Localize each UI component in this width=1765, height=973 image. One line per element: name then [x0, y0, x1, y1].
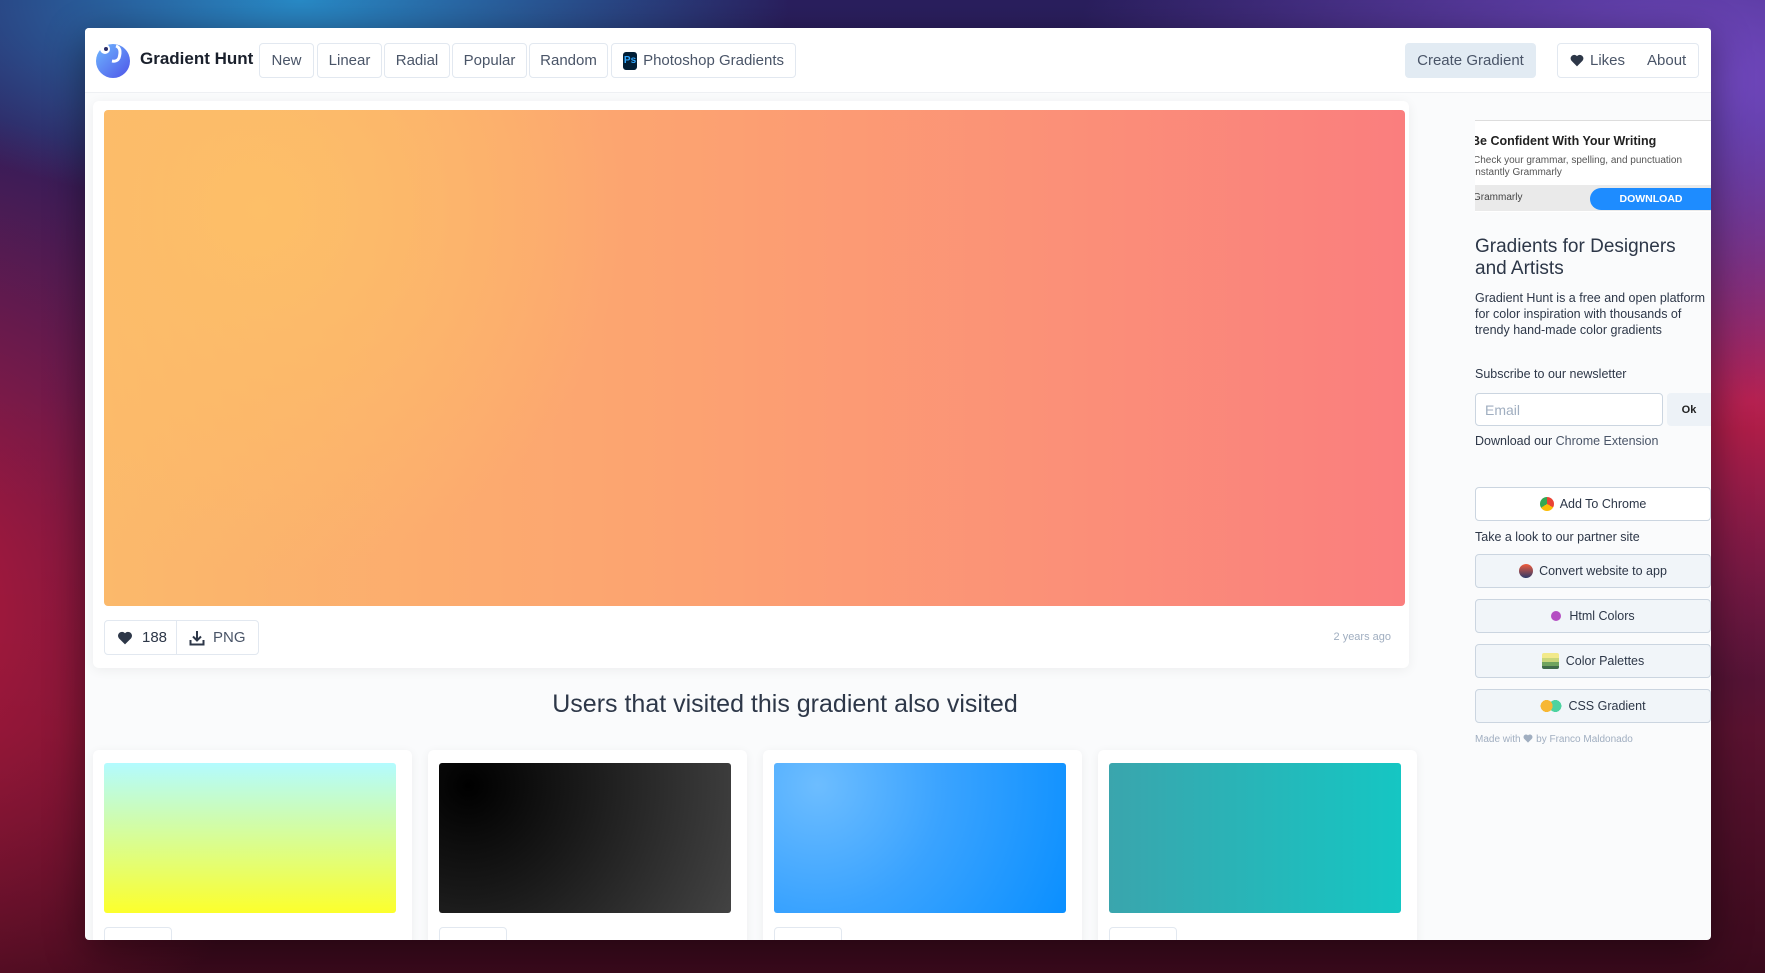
related-like-button[interactable]	[774, 927, 842, 940]
add-to-chrome-label: Add To Chrome	[1559, 497, 1647, 511]
nav-random[interactable]: Random	[529, 43, 608, 78]
partner-label-1: Html Colors	[1569, 609, 1635, 623]
gradient-age: 2 years ago	[1333, 631, 1391, 643]
sidebar-heading: Gradients for Designers and Artists	[1475, 236, 1676, 279]
related-gradient-preview[interactable]	[774, 763, 1066, 913]
download-prefix: Download our	[1475, 434, 1553, 448]
sidebar-description: Gradient Hunt is a free and open platfor…	[1475, 291, 1705, 337]
color-dot-icon	[1551, 611, 1562, 621]
related-gradient-card[interactable]	[93, 750, 412, 940]
partner-label-0: Convert website to app	[1539, 564, 1667, 578]
likes-label: Likes	[1590, 52, 1626, 69]
related-gradient-preview[interactable]	[439, 763, 731, 913]
css-gradient-icon	[1540, 699, 1563, 713]
related-gradient-card[interactable]	[1098, 750, 1417, 940]
download-icon	[189, 630, 205, 645]
nav-linear[interactable]: Linear	[317, 43, 382, 78]
like-button[interactable]: 188	[104, 620, 181, 655]
browser-window: Gradient Hunt New Linear Radial Popular …	[85, 28, 1711, 940]
ad-download-button[interactable]: DOWNLOAD	[1590, 188, 1711, 210]
related-like-button[interactable]	[439, 927, 507, 940]
chrome-extension-text: Download our Chrome Extension	[1475, 434, 1658, 448]
credit-author[interactable]: by Franco Maldonado	[1536, 734, 1633, 745]
download-label: PNG	[213, 629, 246, 646]
gradient-hunt-logo[interactable]	[94, 40, 132, 78]
credit-prefix: Made with	[1475, 734, 1521, 745]
related-section-title: Users that visited this gradient also vi…	[552, 690, 1018, 718]
related-like-button[interactable]	[104, 927, 172, 940]
ad-text: Check your grammar, spelling, and punctu…	[1475, 155, 1683, 178]
ad-title: Be Confident With Your Writing	[1475, 134, 1657, 148]
newsletter-label: Subscribe to our newsletter	[1475, 367, 1627, 381]
partner-label-3: CSS Gradient	[1568, 699, 1646, 713]
nav-popular[interactable]: Popular	[452, 43, 527, 78]
top-navbar: Gradient Hunt New Linear Radial Popular …	[85, 28, 1711, 93]
download-png-button[interactable]: PNG	[176, 620, 259, 655]
nav-photoshop-label: Photoshop Gradients	[643, 52, 784, 69]
brand-name[interactable]: Gradient Hunt	[140, 49, 253, 69]
partner-html-colors[interactable]: Html Colors	[1475, 599, 1711, 633]
sidebar: Be Confident With Your Writing Check you…	[1475, 120, 1711, 760]
nav-radial[interactable]: Radial	[384, 43, 450, 78]
create-gradient-button[interactable]: Create Gradient	[1405, 43, 1536, 78]
related-gradient-preview[interactable]	[1109, 763, 1401, 913]
gradient-preview[interactable]	[104, 110, 1405, 606]
gradient-card: 188 PNG 2 years ago	[93, 101, 1409, 668]
ad-banner[interactable]: Be Confident With Your Writing Check you…	[1475, 120, 1711, 212]
add-to-chrome-button[interactable]: Add To Chrome	[1475, 487, 1711, 521]
partner-color-palettes[interactable]: Color Palettes	[1475, 644, 1711, 678]
palette-icon	[1541, 653, 1559, 669]
likes-button[interactable]: Likes	[1557, 43, 1639, 78]
footer-credit: Made with by Franco Maldonado	[1475, 734, 1633, 745]
partner-label-2: Color Palettes	[1565, 654, 1645, 668]
partner-css-gradient[interactable]: CSS Gradient	[1475, 689, 1711, 723]
nav-photoshop-gradients[interactable]: Ps Photoshop Gradients	[611, 43, 796, 78]
heart-icon	[1523, 734, 1533, 743]
nav-new[interactable]: New	[259, 43, 314, 78]
ad-brand: Grammarly	[1475, 192, 1523, 203]
partner-label: Take a look to our partner site	[1475, 530, 1640, 544]
related-gradient-preview[interactable]	[104, 763, 396, 913]
chrome-extension-link[interactable]: Chrome Extension	[1556, 434, 1659, 448]
newsletter-submit-button[interactable]: Ok	[1667, 393, 1711, 426]
chrome-icon	[1539, 497, 1554, 511]
partner-convert-website[interactable]: Convert website to app	[1475, 554, 1711, 588]
like-count: 188	[142, 629, 168, 646]
related-gradient-card[interactable]	[763, 750, 1082, 940]
about-button[interactable]: About	[1635, 43, 1700, 78]
heart-icon	[118, 631, 132, 644]
email-input[interactable]	[1475, 393, 1663, 426]
photoshop-icon: Ps	[623, 51, 638, 70]
heart-icon	[1570, 54, 1584, 67]
app-icon	[1519, 564, 1534, 578]
related-gradient-card[interactable]	[428, 750, 747, 940]
related-like-button[interactable]	[1109, 927, 1177, 940]
